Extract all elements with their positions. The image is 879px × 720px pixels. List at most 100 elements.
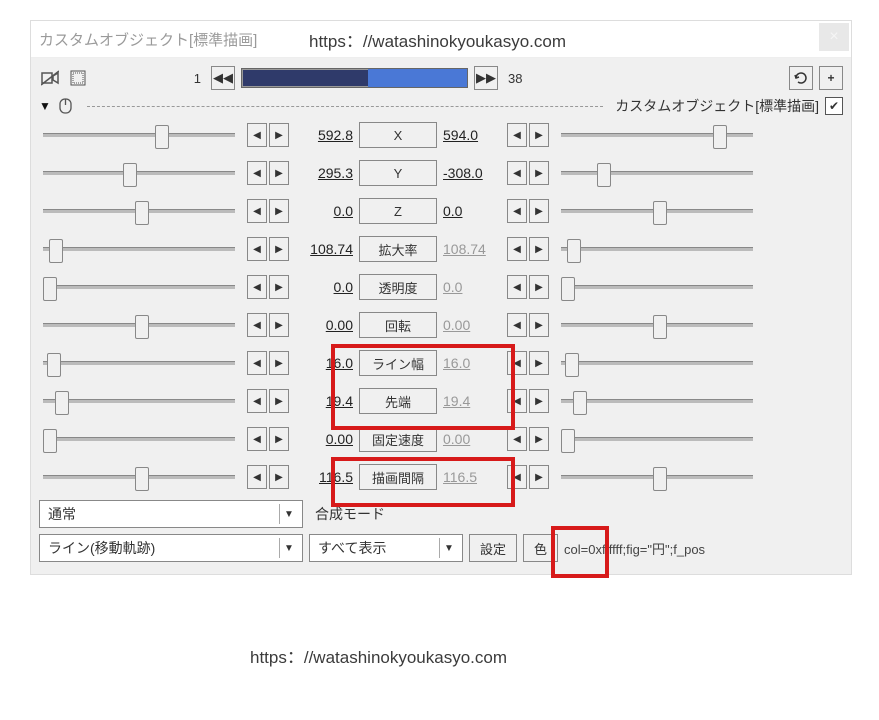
spin-inc-button[interactable]: ▶ bbox=[529, 199, 549, 223]
spin-dec-button[interactable]: ◀ bbox=[507, 161, 527, 185]
spin-dec-button[interactable]: ◀ bbox=[507, 313, 527, 337]
param-label-x[interactable]: X bbox=[359, 122, 437, 148]
spin-inc-button[interactable]: ▶ bbox=[529, 161, 549, 185]
spin-inc-button[interactable]: ▶ bbox=[269, 313, 289, 337]
value-left-x[interactable]: 592.8 bbox=[297, 127, 359, 143]
spin-inc-button[interactable]: ▶ bbox=[269, 275, 289, 299]
camera-off-icon[interactable] bbox=[39, 67, 61, 89]
value-right-z[interactable]: 0.0 bbox=[437, 203, 499, 219]
slider-left-tip[interactable] bbox=[39, 391, 239, 411]
spin-dec-button[interactable]: ◀ bbox=[507, 237, 527, 261]
param-label-speed[interactable]: 固定速度 bbox=[359, 426, 437, 452]
slider-thumb[interactable] bbox=[597, 163, 611, 187]
param-label-scale[interactable]: 拡大率 bbox=[359, 236, 437, 262]
spin-dec-button[interactable]: ◀ bbox=[247, 199, 267, 223]
param-label-linew[interactable]: ライン幅 bbox=[359, 350, 437, 376]
spin-inc-button[interactable]: ▶ bbox=[269, 161, 289, 185]
spin-inc-button[interactable]: ▶ bbox=[529, 237, 549, 261]
display-select[interactable]: すべて表示 ▼ bbox=[309, 534, 463, 562]
refresh-button[interactable] bbox=[789, 66, 813, 90]
value-right-rot[interactable]: 0.00 bbox=[437, 317, 499, 333]
value-right-speed[interactable]: 0.00 bbox=[437, 431, 499, 447]
value-right-scale[interactable]: 108.74 bbox=[437, 241, 499, 257]
slider-right-rot[interactable] bbox=[557, 315, 757, 335]
slider-thumb[interactable] bbox=[565, 353, 579, 377]
close-button[interactable]: × bbox=[819, 23, 849, 51]
spin-dec-button[interactable]: ◀ bbox=[507, 427, 527, 451]
seek-start-button[interactable]: ◀◀ bbox=[211, 66, 235, 90]
object-enabled-checkbox[interactable]: ✔ bbox=[825, 97, 843, 115]
slider-thumb[interactable] bbox=[123, 163, 137, 187]
slider-right-interval[interactable] bbox=[557, 467, 757, 487]
slider-thumb[interactable] bbox=[561, 277, 575, 301]
slider-left-scale[interactable] bbox=[39, 239, 239, 259]
spin-inc-button[interactable]: ▶ bbox=[529, 465, 549, 489]
spin-inc-button[interactable]: ▶ bbox=[529, 275, 549, 299]
spin-inc-button[interactable]: ▶ bbox=[529, 427, 549, 451]
value-left-interval[interactable]: 116.5 bbox=[297, 469, 359, 485]
slider-thumb[interactable] bbox=[561, 429, 575, 453]
value-right-tip[interactable]: 19.4 bbox=[437, 393, 499, 409]
spin-dec-button[interactable]: ◀ bbox=[507, 389, 527, 413]
value-left-z[interactable]: 0.0 bbox=[297, 203, 359, 219]
slider-thumb[interactable] bbox=[653, 201, 667, 225]
spin-inc-button[interactable]: ▶ bbox=[269, 351, 289, 375]
spin-inc-button[interactable]: ▶ bbox=[269, 465, 289, 489]
slider-left-rot[interactable] bbox=[39, 315, 239, 335]
param-label-y[interactable]: Y bbox=[359, 160, 437, 186]
slider-thumb[interactable] bbox=[155, 125, 169, 149]
value-right-alpha[interactable]: 0.0 bbox=[437, 279, 499, 295]
settings-button[interactable]: 設定 bbox=[469, 534, 517, 562]
slider-thumb[interactable] bbox=[567, 239, 581, 263]
param-label-z[interactable]: Z bbox=[359, 198, 437, 224]
slider-thumb[interactable] bbox=[573, 391, 587, 415]
add-button[interactable]: + bbox=[819, 66, 843, 90]
value-right-x[interactable]: 594.0 bbox=[437, 127, 499, 143]
spin-dec-button[interactable]: ◀ bbox=[507, 465, 527, 489]
param-label-tip[interactable]: 先端 bbox=[359, 388, 437, 414]
spin-dec-button[interactable]: ◀ bbox=[247, 123, 267, 147]
value-left-scale[interactable]: 108.74 bbox=[297, 241, 359, 257]
seek-end-button[interactable]: ▶▶ bbox=[474, 66, 498, 90]
slider-right-linew[interactable] bbox=[557, 353, 757, 373]
collapse-toggle[interactable]: ▼ bbox=[39, 99, 53, 113]
slider-thumb[interactable] bbox=[55, 391, 69, 415]
slider-thumb[interactable] bbox=[713, 125, 727, 149]
spin-inc-button[interactable]: ▶ bbox=[529, 389, 549, 413]
slider-right-tip[interactable] bbox=[557, 391, 757, 411]
value-left-rot[interactable]: 0.00 bbox=[297, 317, 359, 333]
slider-thumb[interactable] bbox=[653, 315, 667, 339]
spin-dec-button[interactable]: ◀ bbox=[247, 389, 267, 413]
spin-dec-button[interactable]: ◀ bbox=[507, 199, 527, 223]
color-button[interactable]: 色 bbox=[523, 534, 558, 562]
spin-inc-button[interactable]: ▶ bbox=[529, 351, 549, 375]
spin-dec-button[interactable]: ◀ bbox=[247, 465, 267, 489]
value-left-speed[interactable]: 0.00 bbox=[297, 431, 359, 447]
param-label-interval[interactable]: 描画間隔 bbox=[359, 464, 437, 490]
slider-right-speed[interactable] bbox=[557, 429, 757, 449]
spin-inc-button[interactable]: ▶ bbox=[269, 427, 289, 451]
slider-thumb[interactable] bbox=[43, 277, 57, 301]
slider-left-x[interactable] bbox=[39, 125, 239, 145]
slider-thumb[interactable] bbox=[653, 467, 667, 491]
spin-inc-button[interactable]: ▶ bbox=[529, 123, 549, 147]
blend-mode-select[interactable]: 通常 ▼ bbox=[39, 500, 303, 528]
spin-dec-button[interactable]: ◀ bbox=[507, 351, 527, 375]
spin-dec-button[interactable]: ◀ bbox=[247, 161, 267, 185]
value-right-interval[interactable]: 116.5 bbox=[437, 469, 499, 485]
slider-left-z[interactable] bbox=[39, 201, 239, 221]
grid-icon[interactable] bbox=[67, 67, 89, 89]
spin-dec-button[interactable]: ◀ bbox=[247, 427, 267, 451]
spin-dec-button[interactable]: ◀ bbox=[247, 275, 267, 299]
value-right-linew[interactable]: 16.0 bbox=[437, 355, 499, 371]
slider-left-y[interactable] bbox=[39, 163, 239, 183]
slider-right-scale[interactable] bbox=[557, 239, 757, 259]
slider-left-interval[interactable] bbox=[39, 467, 239, 487]
slider-right-y[interactable] bbox=[557, 163, 757, 183]
param-label-alpha[interactable]: 透明度 bbox=[359, 274, 437, 300]
value-left-tip[interactable]: 19.4 bbox=[297, 393, 359, 409]
slider-thumb[interactable] bbox=[43, 429, 57, 453]
timeline-bar[interactable] bbox=[241, 68, 468, 88]
object-type-select[interactable]: ライン(移動軌跡) ▼ bbox=[39, 534, 303, 562]
spin-inc-button[interactable]: ▶ bbox=[269, 237, 289, 261]
